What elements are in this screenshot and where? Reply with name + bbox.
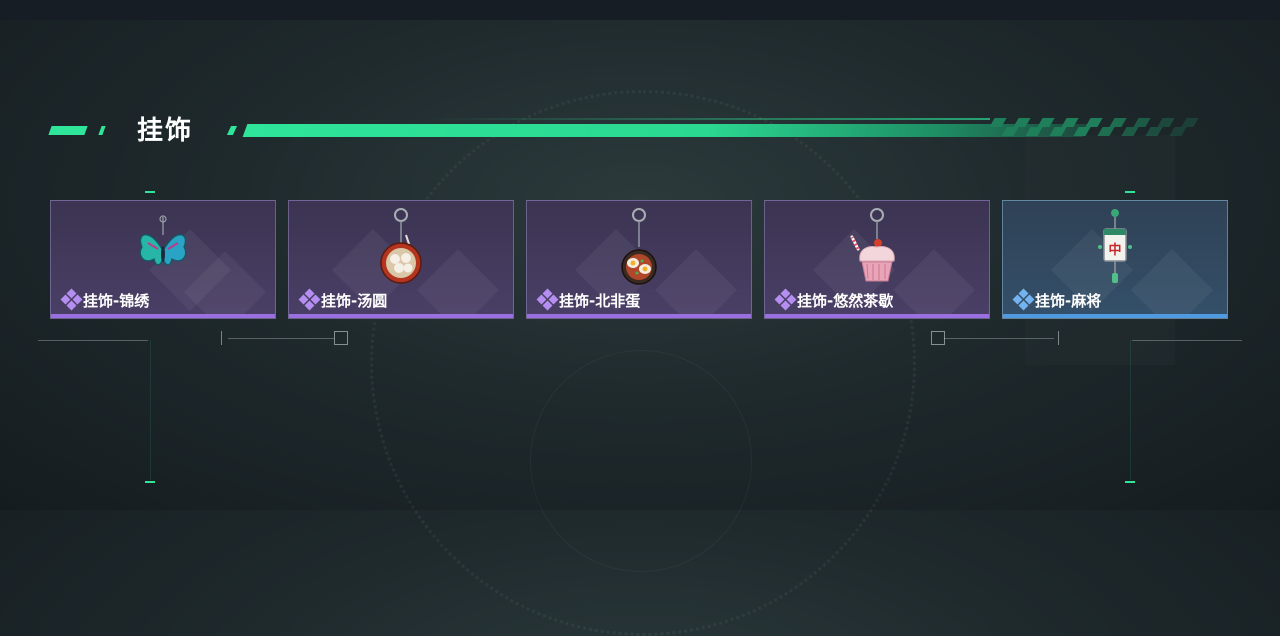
rarity-bar <box>765 314 989 318</box>
header-bar <box>242 124 1088 137</box>
rarity-icon <box>536 288 559 311</box>
corner-tick <box>145 191 155 193</box>
butterfly-charm-icon <box>139 215 187 266</box>
rarity-icon <box>298 288 321 311</box>
corner-tick <box>1125 191 1135 193</box>
background-inner-ring <box>530 350 752 572</box>
top-band <box>0 0 1280 20</box>
rarity-bar <box>289 314 513 318</box>
section-title: 挂饰 <box>137 116 194 146</box>
item-card-label: 挂饰-麻将 <box>1035 292 1102 310</box>
item-card-label: 挂饰-汤圆 <box>321 292 388 310</box>
shakshuka-pan-charm-icon <box>621 208 657 285</box>
header-accent-tick <box>98 126 106 135</box>
mahjong-tile-charm-icon: 中 <box>1098 209 1132 283</box>
guide-line <box>1130 340 1131 480</box>
rarity-bar <box>1003 314 1227 318</box>
item-card-label: 挂饰-锦绣 <box>83 292 150 310</box>
corner-tick <box>145 481 155 483</box>
item-card-shakshuka[interactable]: 挂饰-北非蛋 <box>526 200 752 319</box>
header-accent-dash <box>48 126 88 135</box>
rarity-bar <box>527 314 751 318</box>
rarity-icon <box>774 288 797 311</box>
corner-tick <box>1125 481 1135 483</box>
item-card-tea-break[interactable]: 挂饰-悠然茶歇 <box>764 200 990 319</box>
item-card-jinxiu[interactable]: 挂饰-锦绣 <box>50 200 276 319</box>
item-card-mahjong[interactable]: 中 挂饰-麻将 <box>1002 200 1228 319</box>
item-card-label: 挂饰-北非蛋 <box>559 292 641 310</box>
header-thin-line <box>420 118 990 120</box>
rarity-icon <box>1012 288 1035 311</box>
item-card-label: 挂饰-悠然茶歇 <box>797 292 894 310</box>
item-card-tangyuan[interactable]: 挂饰-汤圆 <box>288 200 514 319</box>
guide-line <box>150 340 151 480</box>
header-bar-tick <box>226 126 238 135</box>
rarity-icon <box>60 288 83 311</box>
header-checker-pattern <box>989 116 1200 136</box>
cupcake-charm-icon <box>850 208 895 282</box>
rarity-bar <box>51 314 275 318</box>
svg-text:中: 中 <box>1108 242 1121 258</box>
tangyuan-bowl-charm-icon <box>380 208 422 284</box>
